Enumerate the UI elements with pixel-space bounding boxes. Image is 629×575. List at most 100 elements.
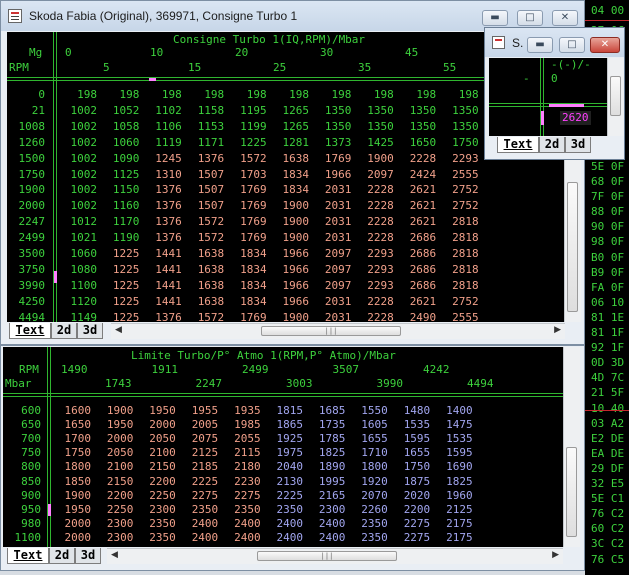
table-cell: 1900	[282, 215, 310, 229]
row-header: 1900	[18, 183, 46, 197]
table-cell: 2005	[191, 418, 219, 432]
scroll-thumb[interactable]: |||	[261, 326, 401, 336]
table-cell: 2293	[367, 262, 394, 276]
table-cell: 1785	[318, 432, 346, 446]
table-cell: 1106	[155, 119, 182, 133]
table-cell: 2150	[149, 460, 176, 474]
row-cursor-marker	[48, 504, 51, 516]
table-cell: 2175	[446, 516, 473, 530]
table-cell: 1900	[106, 404, 134, 417]
table-cell: 1080	[70, 262, 98, 276]
table-cell: 1225	[112, 262, 140, 276]
table-cell: 2400	[234, 530, 261, 544]
hex-row: 5E 0F	[591, 159, 625, 173]
minimize-icon[interactable]: ▬	[527, 37, 553, 53]
tab-text[interactable]: Text	[9, 323, 51, 339]
table-cell: 2400	[276, 516, 304, 530]
row-header: 700	[21, 432, 41, 446]
table-cell: 198	[416, 88, 437, 101]
tab-3d[interactable]: 3d	[77, 323, 103, 339]
table-cell: 2300	[149, 502, 176, 516]
table-cell: 1572	[197, 215, 225, 229]
table-cell: 1850	[64, 474, 92, 488]
table-cell: 1350	[452, 119, 479, 133]
table-cell: 1605	[361, 418, 388, 432]
table-cell: 1815	[276, 404, 304, 417]
table-cell: 1002	[70, 199, 98, 213]
table-cell: 1441	[155, 278, 182, 292]
table-cell: 1225	[112, 294, 140, 308]
table-cell: 1900	[282, 231, 310, 245]
row-header: 2247	[18, 215, 46, 229]
window-title: Skoda Fabia (Original), 369971, Consigne…	[29, 9, 298, 23]
close-icon[interactable]: ✕	[552, 10, 578, 26]
col-header: 35	[358, 61, 372, 74]
scroll-thumb[interactable]: |||	[257, 551, 397, 561]
col-header: 2499	[242, 363, 269, 376]
table-cell: 1638	[282, 151, 310, 165]
table-cell: 2031	[324, 231, 352, 245]
table-cell: 2686	[409, 247, 437, 260]
hex-row: 60 C2	[591, 522, 625, 536]
col-header: 5	[103, 61, 110, 74]
table-cell: 2100	[149, 446, 176, 460]
hex-row: 81 1F	[591, 326, 625, 339]
tab-3d[interactable]: 3d	[75, 548, 101, 564]
col-axis-label: RPM	[19, 363, 39, 376]
table-cell: 1985	[234, 418, 261, 432]
table-cell: 2228	[367, 215, 394, 229]
table-cell: 2228	[367, 183, 394, 197]
table-cell: 2686	[409, 262, 437, 276]
table-cell: 2818	[452, 278, 479, 292]
table-cell: 1825	[318, 446, 346, 460]
horizontal-scrollbar[interactable]: ◀ ||| ▶	[107, 548, 563, 564]
tab-3d[interactable]: 3d	[565, 137, 591, 153]
table-cell: 2031	[324, 199, 352, 213]
minimize-icon[interactable]: ▬	[482, 10, 508, 26]
table-cell: 2400	[276, 530, 304, 544]
tab-2d[interactable]: 2d	[51, 323, 77, 339]
close-icon[interactable]: ✕	[590, 37, 620, 53]
mini-window: S. ▬ □ ✕ -(-)/- 0 - 2620 Text 2d 3d	[484, 27, 625, 160]
table-cell: 1225	[240, 135, 267, 149]
row-axis-label: Mbar	[5, 377, 32, 390]
mini-view-tabs: Text 2d 3d	[489, 136, 621, 154]
maximize-icon[interactable]: □	[517, 10, 543, 26]
table-cell: 2621	[409, 183, 437, 197]
table-cell: 1595	[403, 432, 431, 446]
table-cell: 1350	[324, 103, 352, 117]
app-icon	[492, 36, 505, 49]
mini-row-dash: -	[523, 72, 530, 85]
table-cell: 1012	[70, 215, 98, 229]
cursor-marker	[549, 104, 584, 107]
table-cell: 1735	[318, 418, 346, 432]
table-cell: 2165	[318, 488, 346, 502]
table-cell: 2400	[318, 530, 346, 544]
hex-row: 90 0F	[591, 220, 625, 234]
col-header: 0	[65, 46, 72, 59]
tab-text[interactable]: Text	[497, 137, 539, 153]
table-cell: 2686	[409, 278, 437, 292]
table-cell: 2400	[191, 530, 219, 544]
table-cell: 1507	[197, 183, 225, 197]
hex-row: 3C C2	[591, 537, 625, 551]
table-cell: 2350	[361, 516, 388, 530]
table-cell: 2621	[409, 199, 437, 213]
table-cell: 1595	[446, 446, 473, 460]
table-consigne-turbo: Consigne Turbo 1(IQ,RPM)/Mbar Mg RPM 0 10…	[7, 32, 565, 340]
table-cell: 2555	[452, 167, 479, 181]
hex-row: 4D 7C	[591, 371, 625, 385]
table-cell: 2225	[191, 474, 219, 488]
tab-text[interactable]: Text	[7, 548, 49, 564]
view-tabs: Text 2d 3d ◀ ||| ▶	[3, 547, 579, 565]
tab-2d[interactable]: 2d	[49, 548, 75, 564]
table-cell: 1950	[106, 418, 134, 432]
table-cell: 2050	[106, 446, 134, 460]
mini-vertical-scrollbar[interactable]	[607, 58, 624, 136]
mini-title-bar[interactable]: S. ▬ □ ✕	[485, 28, 624, 57]
tab-2d[interactable]: 2d	[539, 137, 565, 153]
col-header: 1743	[105, 377, 132, 390]
horizontal-scrollbar[interactable]: ◀ ||| ▶	[111, 323, 565, 339]
vertical-scrollbar[interactable]	[563, 347, 580, 547]
maximize-icon[interactable]: □	[559, 37, 585, 53]
